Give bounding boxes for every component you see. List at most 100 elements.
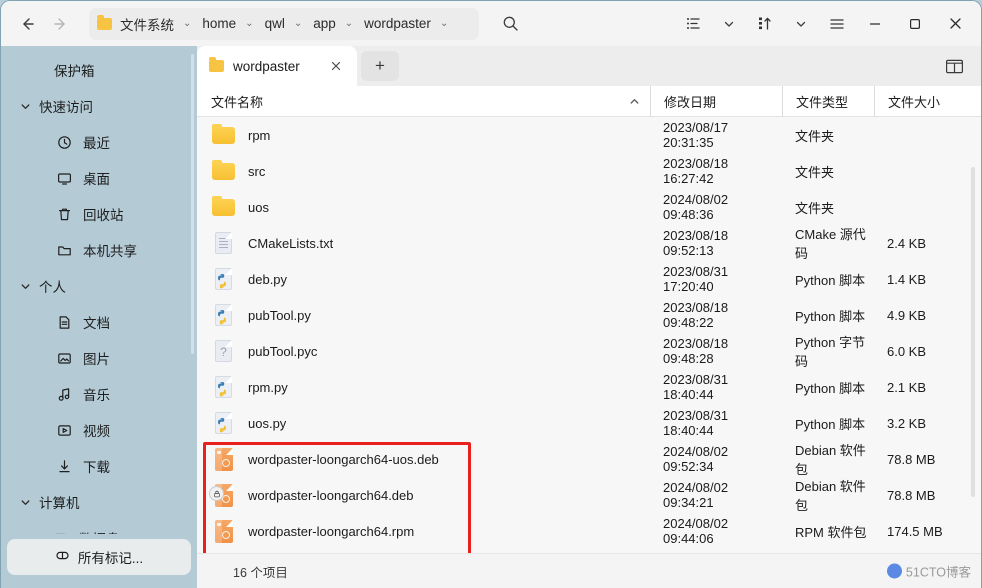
file-name-label: deb.py bbox=[248, 271, 288, 287]
file-icon: ? bbox=[211, 338, 237, 364]
sidebar-item-documents[interactable]: 文档 bbox=[9, 304, 189, 340]
column-header-date[interactable]: 修改日期 bbox=[650, 85, 782, 117]
sidebar-item-downloads[interactable]: 下载 bbox=[9, 448, 189, 484]
breadcrumb-item-1[interactable]: home bbox=[200, 14, 238, 33]
chevron-right-icon[interactable] bbox=[31, 533, 45, 534]
sidebar-group-quick-access[interactable]: 快速访问 bbox=[9, 88, 189, 124]
title-bar: 文件系统 ⌄ home ⌄ qwl ⌄ app ⌄ wordpaster ⌄ bbox=[1, 1, 981, 46]
column-header-type[interactable]: 文件类型 bbox=[782, 85, 874, 117]
chevron-down-icon[interactable]: ⌄ bbox=[440, 18, 448, 29]
window-body: 保护箱 快速访问 最近 桌面 回收站 本机共享 个人 文档 图片 音乐 视频 下… bbox=[1, 46, 981, 588]
file-name-label: pubTool.py bbox=[248, 307, 311, 323]
chevron-down-icon[interactable]: ⌄ bbox=[183, 18, 191, 29]
breadcrumb-item-0[interactable]: 文件系统 bbox=[118, 12, 176, 36]
sort-dropdown[interactable] bbox=[783, 8, 819, 40]
chevron-down-icon bbox=[17, 497, 33, 508]
sidebar-item-trash[interactable]: 回收站 bbox=[9, 196, 189, 232]
sidebar: 保护箱 快速访问 最近 桌面 回收站 本机共享 个人 文档 图片 音乐 视频 下… bbox=[1, 46, 197, 588]
sidebar-scrollbar[interactable] bbox=[191, 54, 194, 354]
file-type-cell: Python 脚本 bbox=[795, 380, 866, 396]
sidebar-item-label: 音乐 bbox=[83, 388, 110, 403]
file-size-cell: 4.9 KB bbox=[887, 307, 927, 323]
tab-wordpaster[interactable]: wordpaster bbox=[197, 46, 357, 86]
sidebar-item-label: 下载 bbox=[83, 460, 110, 475]
file-icon bbox=[211, 410, 237, 436]
folder-icon bbox=[212, 196, 235, 216]
tab-label: wordpaster bbox=[233, 58, 300, 74]
column-header-label: 文件名称 bbox=[211, 94, 264, 110]
sidebar-item-label: 个人 bbox=[39, 280, 66, 295]
status-bar: 16 个项目 51CTO博客 bbox=[197, 553, 981, 588]
sidebar-item-recent[interactable]: 最近 bbox=[9, 124, 189, 160]
chevron-down-icon[interactable]: ⌄ bbox=[245, 18, 253, 29]
file-type-cell: Python 脚本 bbox=[795, 272, 866, 288]
file-list-scrollbar[interactable] bbox=[971, 167, 975, 497]
breadcrumb-item-3[interactable]: app bbox=[311, 14, 338, 33]
all-tags-label: 所有标记... bbox=[77, 551, 144, 566]
file-icon bbox=[209, 482, 237, 508]
minimize-button[interactable] bbox=[855, 6, 895, 42]
sidebar-group-computer[interactable]: 计算机 bbox=[9, 484, 189, 520]
sidebar-item-data-disk[interactable]: 数据盘 bbox=[9, 520, 189, 534]
file-type-cell: 文件夹 bbox=[795, 164, 835, 180]
table-row[interactable]: rpm.py 2023/08/31 18:40:44 Python 脚本 2.1 KB bbox=[197, 369, 981, 405]
table-row[interactable]: src 2023/08/18 16:27:42 文件夹 bbox=[197, 153, 981, 189]
trash-icon bbox=[54, 204, 74, 224]
forward-button[interactable] bbox=[45, 9, 77, 39]
split-view-icon[interactable] bbox=[941, 54, 967, 78]
column-header-row: 文件名称 修改日期 文件类型 文件大小 bbox=[197, 85, 981, 117]
menu-button[interactable] bbox=[819, 8, 855, 40]
sort-button[interactable] bbox=[747, 8, 783, 40]
file-name-cell: wordpaster-loongarch64.deb bbox=[197, 482, 650, 508]
table-row[interactable]: deb.py 2023/08/31 17:20:40 Python 脚本 1.4 KB bbox=[197, 261, 981, 297]
sidebar-item-local-share[interactable]: 本机共享 bbox=[9, 232, 189, 268]
file-name-label: pubTool.pyc bbox=[248, 343, 318, 359]
file-name-label: rpm.py bbox=[248, 379, 288, 395]
table-row[interactable]: uos.py 2023/08/31 18:40:44 Python 脚本 3.2 KB bbox=[197, 405, 981, 441]
sidebar-item-desktop[interactable]: 桌面 bbox=[9, 160, 189, 196]
file-date-cell: 2024/08/02 09:52:34 bbox=[663, 444, 729, 474]
table-row[interactable]: wordpaster-loongarch64.deb 2024/08/02 09:… bbox=[197, 477, 981, 513]
new-tab-button[interactable]: + bbox=[361, 51, 399, 81]
watermark-logo-icon bbox=[886, 563, 902, 579]
sidebar-item-music[interactable]: 音乐 bbox=[9, 376, 189, 412]
package-file-icon bbox=[215, 448, 233, 471]
sidebar-item-vault[interactable]: 保护箱 bbox=[9, 52, 189, 88]
file-name-cell: pubTool.py bbox=[197, 302, 650, 328]
breadcrumb-item-4[interactable]: wordpaster bbox=[362, 14, 433, 33]
column-header-name[interactable]: 文件名称 bbox=[197, 86, 650, 117]
close-button[interactable] bbox=[935, 6, 975, 42]
folder-icon bbox=[97, 14, 112, 30]
picture-icon bbox=[54, 348, 74, 368]
search-button[interactable] bbox=[493, 8, 527, 40]
table-row[interactable]: ? pubTool.pyc 2023/08/18 09:48:28 Python 字节… bbox=[197, 333, 981, 369]
breadcrumb-item-2[interactable]: qwl bbox=[263, 14, 287, 33]
chevron-down-icon[interactable]: ⌄ bbox=[345, 18, 353, 29]
back-button[interactable] bbox=[11, 9, 43, 39]
sidebar-item-pictures[interactable]: 图片 bbox=[9, 340, 189, 376]
file-date-cell: 2023/08/18 09:48:28 bbox=[663, 336, 729, 366]
all-tags-button[interactable]: 所有标记... bbox=[7, 539, 191, 575]
file-size-cell: 6.0 KB bbox=[887, 343, 927, 359]
tab-close-icon[interactable] bbox=[325, 55, 347, 77]
file-type-cell: 文件夹 bbox=[795, 128, 835, 144]
table-row[interactable]: uos 2024/08/02 09:48:36 文件夹 bbox=[197, 189, 981, 225]
table-row[interactable]: CMakeLists.txt 2023/08/18 09:52:13 CMake 源… bbox=[197, 225, 981, 261]
view-mode-button[interactable] bbox=[675, 8, 711, 40]
table-row[interactable]: rpm 2023/08/17 20:31:35 文件夹 bbox=[197, 117, 981, 153]
view-mode-dropdown[interactable] bbox=[711, 8, 747, 40]
chevron-down-icon[interactable]: ⌄ bbox=[294, 18, 302, 29]
file-size-cell: 1.4 KB bbox=[887, 271, 927, 287]
sidebar-item-videos[interactable]: 视频 bbox=[9, 412, 189, 448]
maximize-button[interactable] bbox=[895, 6, 935, 42]
watermark: 51CTO博客 bbox=[886, 562, 971, 581]
table-row[interactable]: wordpaster-loongarch64.rpm 2024/08/02 09:… bbox=[197, 513, 981, 549]
column-header-size[interactable]: 文件大小 bbox=[874, 85, 964, 117]
sidebar-group-personal[interactable]: 个人 bbox=[9, 268, 189, 304]
folder-share-icon bbox=[54, 240, 74, 260]
table-row[interactable]: pubTool.py 2023/08/18 09:48:22 Python 脚本 4.… bbox=[197, 297, 981, 333]
file-size-cell: 78.8 MB bbox=[887, 451, 936, 467]
watermark-text: 51CTO博客 bbox=[905, 565, 971, 580]
table-row[interactable]: wordpaster-loongarch64-uos.deb 2024/08/02… bbox=[197, 441, 981, 477]
file-name-label: wordpaster-loongarch64.rpm bbox=[248, 523, 415, 539]
